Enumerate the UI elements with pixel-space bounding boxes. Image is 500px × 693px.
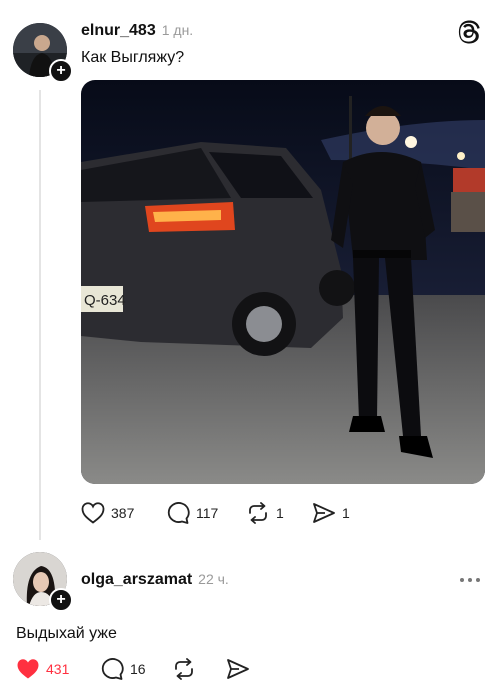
- comment-count: 117: [196, 505, 219, 521]
- share-button[interactable]: 1: [312, 502, 350, 524]
- repost-button[interactable]: 1: [246, 502, 284, 524]
- license-plate-text: Q-634: [84, 292, 126, 309]
- more-options-button[interactable]: [458, 572, 482, 588]
- post-text: Как Выгляжу?: [81, 49, 185, 66]
- share-count: 1: [342, 505, 350, 521]
- reply-comment-count: 16: [130, 661, 146, 677]
- post-photo[interactable]: Q-634: [81, 80, 485, 484]
- reply-comment-button[interactable]: 16: [100, 658, 146, 680]
- heart-filled-icon: [17, 659, 39, 679]
- send-icon: [313, 503, 335, 523]
- reply-like-button[interactable]: 431: [16, 658, 69, 680]
- photo-scene: Q-634: [81, 80, 485, 484]
- reply-header: olga_arszamat 22 ч.: [81, 571, 229, 589]
- reply-share-button[interactable]: [226, 658, 250, 680]
- reply-time: 22 ч.: [198, 571, 229, 587]
- follow-plus-button[interactable]: +: [49, 59, 73, 83]
- heart-outline-icon: [81, 502, 105, 524]
- post-username[interactable]: elnur_483: [81, 22, 156, 39]
- more-dots-icon: [460, 578, 480, 582]
- comment-bubble-icon: [101, 658, 124, 680]
- post-header: elnur_483 1 дн.: [81, 22, 193, 40]
- reply-like-count: 431: [46, 661, 70, 677]
- reply-repost-button[interactable]: [172, 658, 196, 680]
- repost-icon: [175, 658, 193, 680]
- reply-text: Выдыхай уже: [16, 625, 117, 642]
- reply-follow-plus-button[interactable]: +: [49, 588, 73, 612]
- like-count: 387: [111, 505, 135, 521]
- comment-bubble-icon: [167, 502, 190, 524]
- repost-icon: [249, 502, 267, 524]
- repost-count: 1: [276, 505, 284, 521]
- threads-logo-icon[interactable]: [458, 20, 482, 49]
- like-button[interactable]: 387: [81, 502, 134, 524]
- comment-button[interactable]: 117: [166, 502, 218, 524]
- send-icon: [227, 659, 249, 679]
- post-time: 1 дн.: [161, 22, 194, 38]
- reply-username[interactable]: olga_arszamat: [81, 571, 192, 588]
- thread-connector-line: [39, 90, 41, 540]
